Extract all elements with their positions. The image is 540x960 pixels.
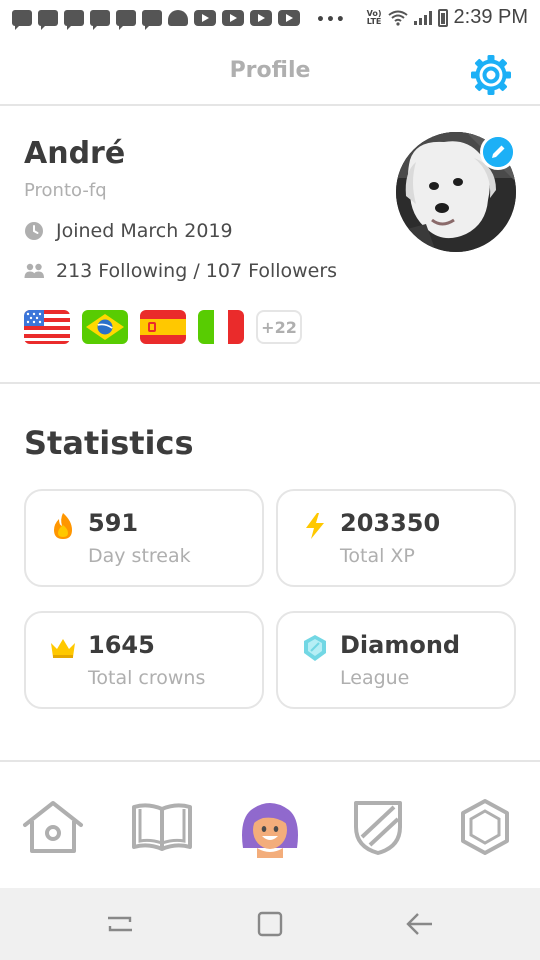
crowns-label: Total crowns bbox=[88, 667, 206, 689]
profile-username: Pronto-fq bbox=[24, 180, 107, 201]
home-icon bbox=[23, 801, 83, 853]
follow-row[interactable]: 213 Following / 107 Followers bbox=[24, 260, 337, 282]
course-flags: +22 bbox=[24, 310, 302, 344]
people-icon bbox=[24, 263, 44, 278]
streak-value: 591 bbox=[88, 509, 139, 537]
message-notification-icon bbox=[12, 10, 32, 30]
spain-flag-icon[interactable] bbox=[140, 310, 186, 344]
wifi-icon bbox=[387, 10, 408, 26]
streak-label: Day streak bbox=[88, 545, 191, 567]
follow-counts[interactable]: 213 Following / 107 Followers bbox=[56, 260, 337, 282]
video-notification-icon bbox=[222, 10, 244, 26]
tab-stories[interactable] bbox=[129, 796, 195, 858]
bottom-tab-bar bbox=[0, 760, 540, 888]
app-notification-icon bbox=[168, 10, 188, 26]
home-button-icon[interactable] bbox=[250, 908, 290, 940]
signal-icon bbox=[413, 10, 432, 25]
status-bar: ••• Vo) LTE 2:39 PM bbox=[0, 0, 540, 38]
tab-home[interactable] bbox=[20, 796, 86, 858]
system-navigation-bar bbox=[0, 888, 540, 960]
gear-icon[interactable] bbox=[468, 52, 514, 98]
us-flag-icon[interactable] bbox=[24, 310, 70, 344]
diamond-league-icon bbox=[304, 635, 326, 661]
book-icon bbox=[132, 803, 192, 851]
message-notification-icon bbox=[38, 10, 58, 30]
notification-icons bbox=[12, 10, 300, 30]
xp-card[interactable]: 203350 Total XP bbox=[276, 489, 516, 587]
tab-leaderboards[interactable] bbox=[345, 796, 411, 858]
joined-date: Joined March 2019 bbox=[56, 220, 233, 242]
profile-name: André bbox=[24, 136, 126, 171]
clock-icon bbox=[25, 222, 43, 240]
xp-label: Total XP bbox=[340, 545, 415, 567]
profile-section: André Pronto-fq Joined March 2019 213 Fo… bbox=[0, 106, 540, 384]
league-card[interactable]: Diamond League bbox=[276, 611, 516, 709]
more-courses-badge[interactable]: +22 bbox=[256, 310, 302, 344]
volte-indicator: Vo) LTE bbox=[366, 8, 382, 26]
page-title: Profile bbox=[229, 58, 311, 83]
crown-icon bbox=[51, 639, 75, 658]
league-label: League bbox=[340, 667, 410, 689]
brazil-flag-icon[interactable] bbox=[82, 310, 128, 344]
shield-icon bbox=[354, 801, 402, 855]
more-notifications-indicator: ••• bbox=[316, 12, 346, 28]
message-notification-icon bbox=[64, 10, 84, 30]
tab-shop[interactable] bbox=[452, 796, 518, 858]
italy-flag-icon[interactable] bbox=[198, 310, 244, 344]
video-notification-icon bbox=[250, 10, 272, 26]
clock: 2:39 PM bbox=[453, 6, 528, 28]
crowns-value: 1645 bbox=[88, 631, 155, 659]
fire-icon bbox=[54, 513, 72, 539]
message-notification-icon bbox=[142, 10, 162, 30]
recents-icon[interactable] bbox=[100, 908, 140, 940]
app-header: Profile bbox=[0, 38, 540, 106]
battery-icon bbox=[437, 8, 448, 27]
xp-value: 203350 bbox=[340, 509, 441, 537]
message-notification-icon bbox=[90, 10, 110, 30]
edit-pencil-icon[interactable] bbox=[480, 134, 516, 170]
back-arrow-icon[interactable] bbox=[400, 908, 440, 940]
joined-row: Joined March 2019 bbox=[24, 220, 233, 242]
video-notification-icon bbox=[278, 10, 300, 26]
statistics-heading: Statistics bbox=[24, 424, 194, 462]
crowns-card[interactable]: 1645 Total crowns bbox=[24, 611, 264, 709]
video-notification-icon bbox=[194, 10, 216, 26]
streak-card[interactable]: 591 Day streak bbox=[24, 489, 264, 587]
tab-profile[interactable] bbox=[237, 796, 303, 858]
profile-avatar-icon bbox=[242, 803, 298, 858]
lightning-icon bbox=[306, 513, 324, 539]
message-notification-icon bbox=[116, 10, 136, 30]
league-value: Diamond bbox=[340, 631, 461, 659]
store-icon bbox=[461, 799, 509, 855]
